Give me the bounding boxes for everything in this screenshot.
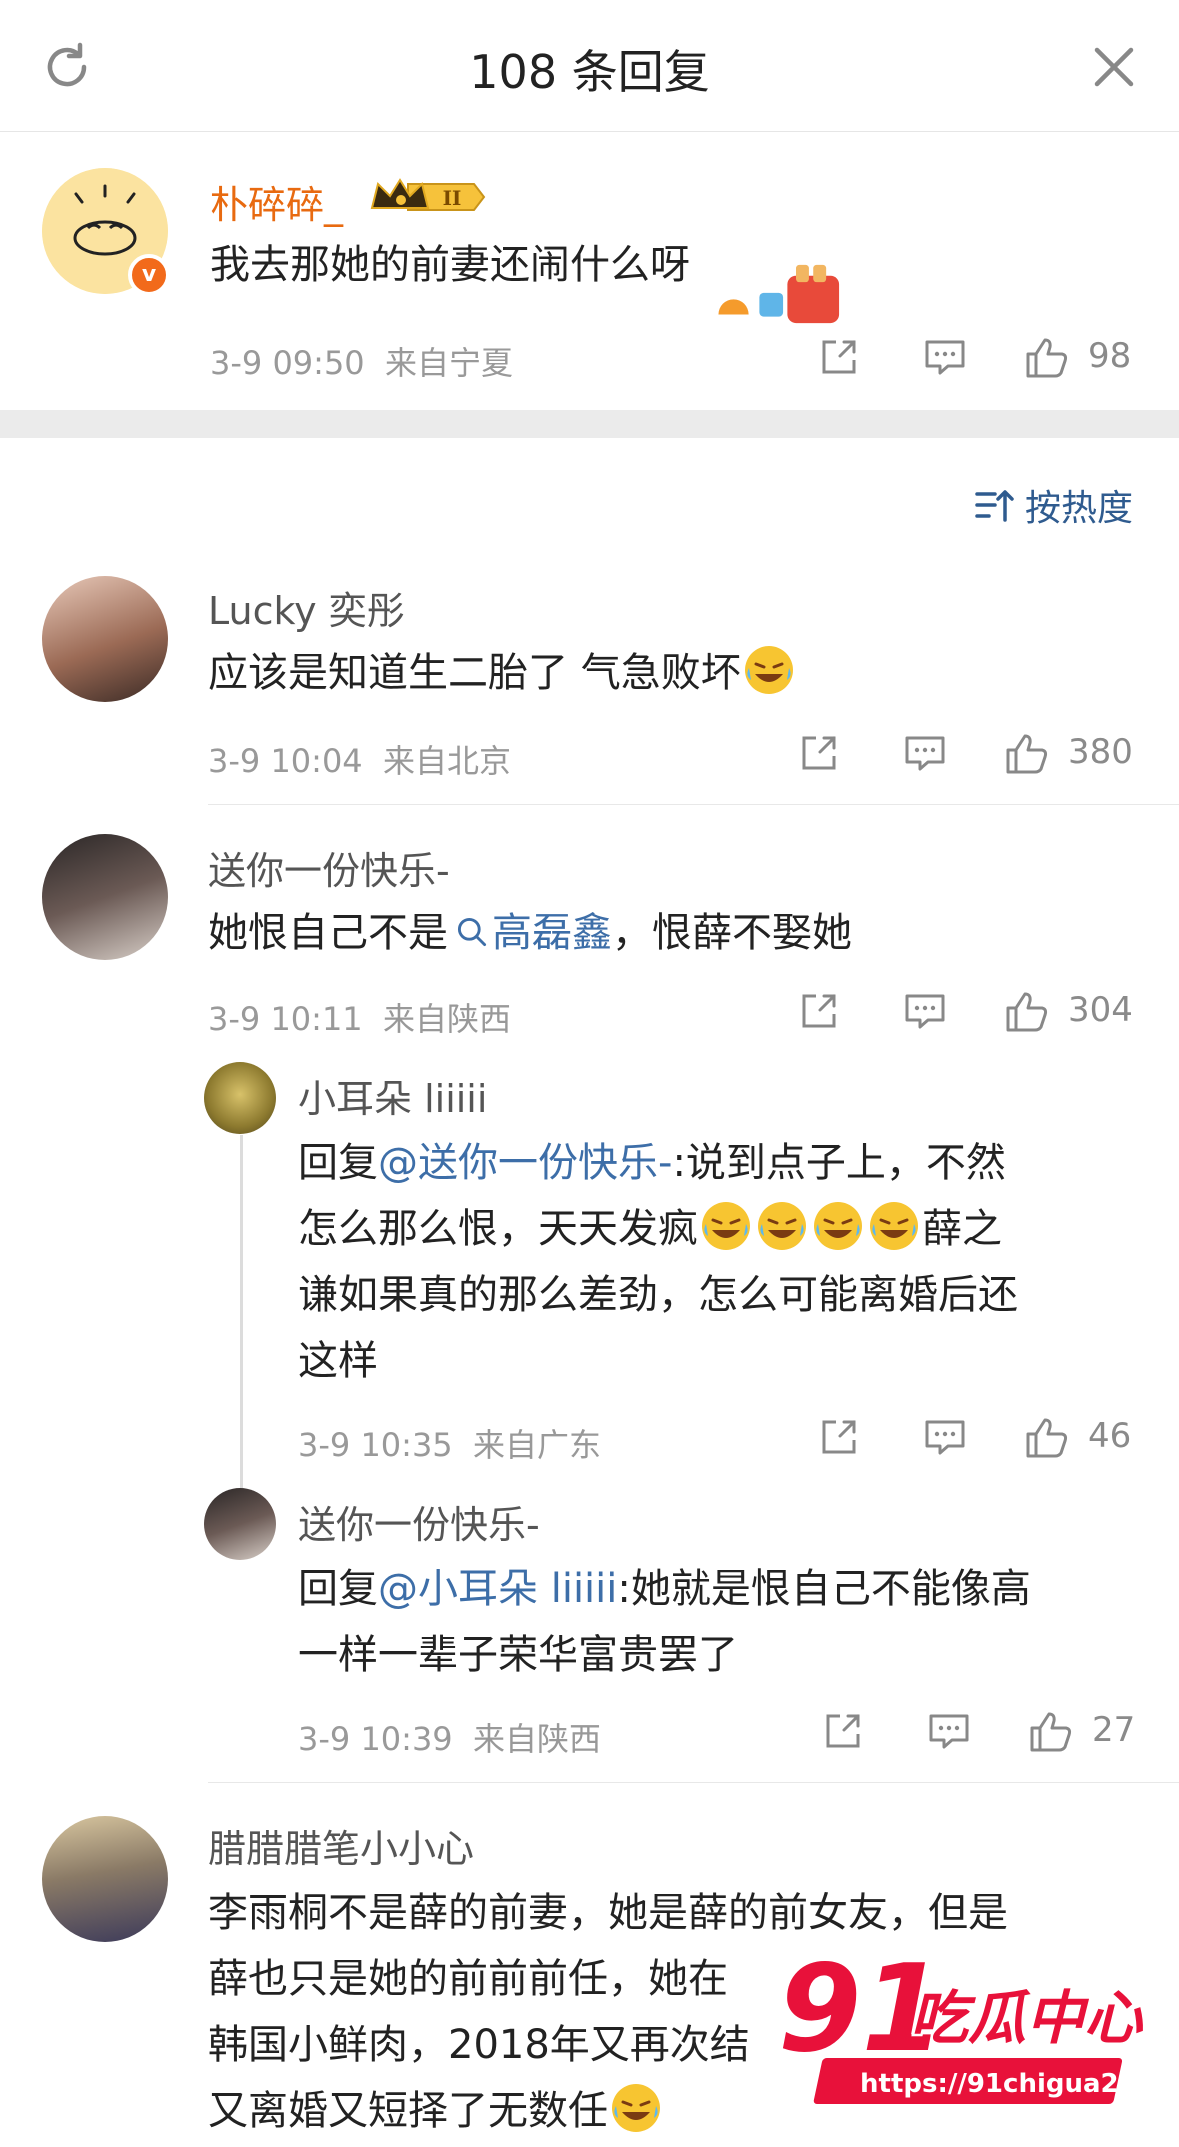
svg-text:吃瓜中心: 吃瓜中心	[910, 1984, 1144, 2052]
svg-text:II: II	[443, 186, 462, 210]
comment-text: 应该是知道生二胎了 气急败坏	[208, 640, 797, 706]
like-icon	[1026, 338, 1068, 378]
root-comment: v 朴碎碎_ II 我去那她的前妻还闹什么呀 3-9 09:50 来自宁夏 98	[0, 132, 1179, 410]
reply-button[interactable]	[902, 730, 948, 780]
comment-text: 她恨自己不是 高磊鑫，恨薛不娶她	[208, 910, 852, 956]
laugh-cry-emoji	[702, 1202, 750, 1250]
avatar[interactable]	[204, 1488, 276, 1560]
comment-actions: 380	[796, 730, 1156, 780]
avatar[interactable]	[42, 1816, 168, 1942]
share-button[interactable]	[816, 1414, 862, 1464]
reply-meta: 3-9 10:39 来自陕西	[298, 1720, 602, 1758]
comment-icon	[925, 1420, 965, 1455]
like-count: 27	[1092, 1710, 1136, 1750]
close-icon[interactable]	[1089, 42, 1139, 92]
reply-button[interactable]	[922, 1414, 968, 1464]
avatar[interactable]	[42, 576, 168, 702]
breakfast-sticker-icon	[718, 264, 840, 324]
site-watermark: 91 吃瓜中心 https://91chigua20.com	[770, 1930, 1179, 2140]
like-icon	[1026, 1418, 1068, 1458]
laugh-cry-emoji	[612, 2084, 660, 2132]
share-icon	[822, 340, 856, 374]
like-button[interactable]: 98	[1024, 334, 1131, 384]
search-icon	[457, 917, 487, 947]
commenter-name[interactable]: 朴碎碎_	[210, 174, 343, 229]
like-icon	[1030, 1712, 1072, 1752]
share-button[interactable]	[796, 730, 842, 780]
like-count: 380	[1068, 732, 1133, 772]
comment-icon	[929, 1714, 969, 1749]
reply-text: 回复@送你一份快乐-:说到点子上，不然 怎么那么恨，天天发疯 薛之 谦如果真的那么…	[298, 1140, 1018, 1384]
share-button[interactable]	[820, 1708, 866, 1758]
share-icon	[802, 736, 836, 770]
laugh-cry-emoji	[814, 1202, 862, 1250]
laugh-cry-emoji	[758, 1202, 806, 1250]
comment-time: 3-9 09:50	[210, 344, 365, 382]
comment-icon	[925, 340, 965, 375]
like-count: 46	[1088, 1416, 1132, 1456]
commenter-name[interactable]: 腊腊腊笔小小心	[208, 1818, 474, 1873]
verified-badge-icon: v	[128, 254, 170, 296]
comment-meta: 3-9 10:11 来自陕西	[208, 1000, 512, 1038]
comment-meta: 3-9 09:50 来自宁夏	[210, 338, 513, 384]
commenter-name[interactable]: 小耳朵 liiiii	[298, 1068, 487, 1123]
watermark-logo-icon: 91 吃瓜中心 https://91chigua20.com	[776, 1938, 1179, 2104]
vip-level-badge-icon: II	[370, 178, 486, 211]
like-button[interactable]: 304	[1004, 988, 1133, 1038]
comment-icon	[905, 736, 945, 771]
reply-actions: 27	[820, 1708, 1160, 1758]
share-button[interactable]	[816, 334, 862, 384]
commenter-name[interactable]: Lucky 奕彤	[208, 580, 405, 635]
comment-actions: 98	[816, 334, 1146, 384]
share-icon	[826, 1714, 860, 1748]
reply-button[interactable]	[902, 988, 948, 1038]
like-button[interactable]: 46	[1024, 1414, 1131, 1464]
like-count: 98	[1088, 336, 1132, 376]
reply-text: 回复@小耳朵 liiiii:她就是恨自己不能像高 一样一辈子荣华富贵罢了	[298, 1566, 1031, 1678]
laugh-cry-emoji	[870, 1202, 918, 1250]
page-title: 108 条回复	[469, 45, 710, 99]
like-icon	[1006, 992, 1048, 1032]
avatar[interactable]	[204, 1062, 276, 1134]
svg-text:https://91chigua20.com: https://91chigua20.com	[860, 2069, 1170, 2099]
comment-meta: 3-9 10:04 来自北京	[208, 742, 512, 780]
comment-divider	[208, 804, 1179, 805]
section-divider	[0, 410, 1179, 438]
reply-button[interactable]	[926, 1708, 972, 1758]
comment-actions: 304	[796, 988, 1156, 1038]
sort-icon	[975, 490, 1014, 522]
like-icon	[1006, 734, 1048, 774]
commenter-name[interactable]: 送你一份快乐-	[208, 840, 450, 895]
comment-divider	[208, 1782, 1179, 1783]
share-button[interactable]	[796, 988, 842, 1038]
reply-button[interactable]	[922, 334, 968, 384]
user-mention[interactable]: @小耳朵 liiiii	[378, 1566, 617, 1612]
sort-label: 按热度	[1024, 488, 1133, 529]
avatar[interactable]	[42, 834, 168, 960]
share-icon	[802, 994, 836, 1028]
laugh-cry-emoji	[744, 646, 793, 694]
comment-icon	[905, 994, 945, 1029]
like-button[interactable]: 380	[1004, 730, 1133, 780]
reply-actions: 46	[816, 1414, 1156, 1464]
comment-text: 我去那她的前妻还闹什么呀	[210, 242, 690, 288]
share-icon	[822, 1420, 856, 1454]
header-bar: 108 条回复	[0, 0, 1179, 132]
reply-thread-line	[240, 1135, 243, 1490]
user-mention[interactable]: @送你一份快乐-	[378, 1140, 672, 1186]
comment-location: 来自宁夏	[385, 344, 514, 382]
commenter-name[interactable]: 送你一份快乐-	[298, 1494, 540, 1549]
like-count: 304	[1068, 990, 1133, 1030]
sort-toggle[interactable]: 按热度	[973, 480, 1133, 530]
like-button[interactable]: 27	[1028, 1708, 1135, 1758]
reply-meta: 3-9 10:35 来自广东	[298, 1426, 602, 1464]
topic-link[interactable]: 高磊鑫	[448, 910, 612, 956]
